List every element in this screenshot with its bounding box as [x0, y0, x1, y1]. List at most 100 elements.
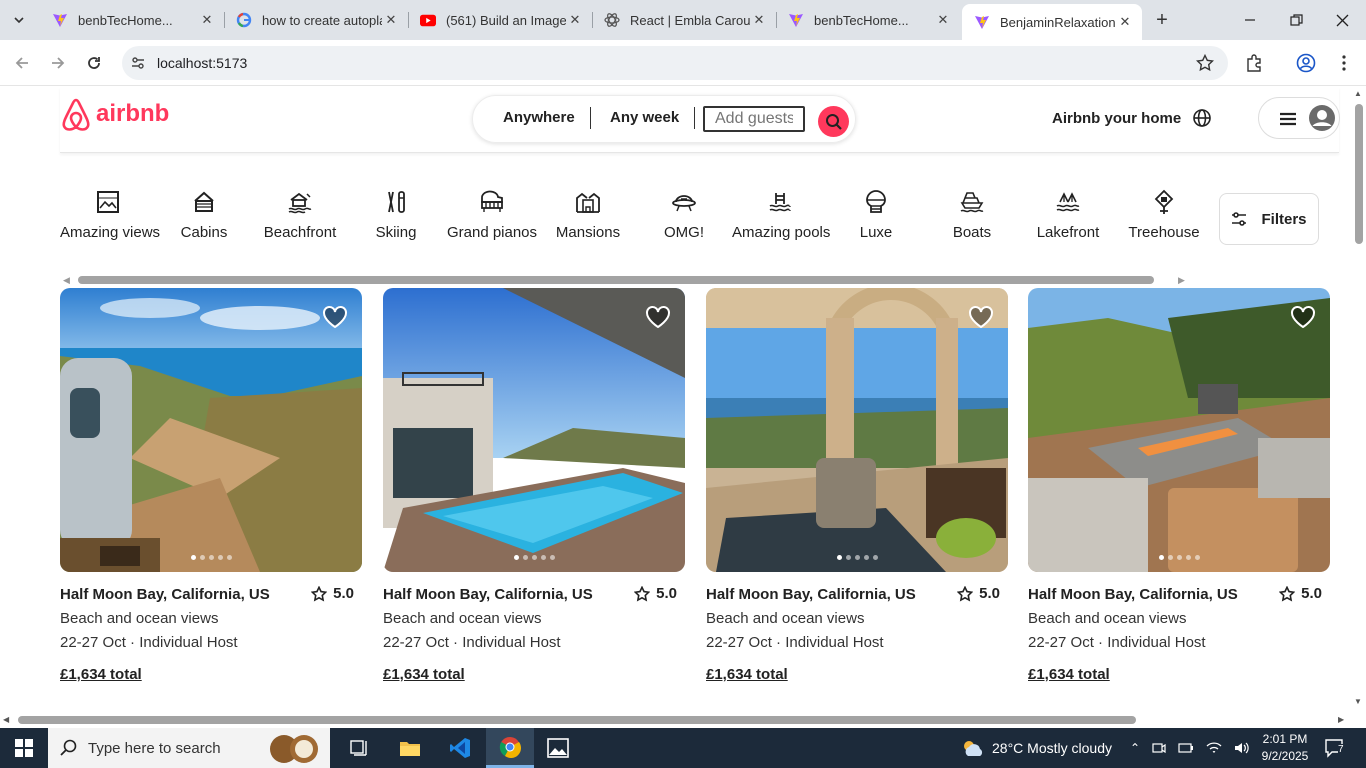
- category-amazing-pools[interactable]: Amazing pools: [732, 187, 830, 241]
- user-menu-button[interactable]: [1258, 97, 1340, 139]
- wifi-icon[interactable]: [1206, 742, 1222, 754]
- category-omg[interactable]: OMG!: [636, 187, 732, 241]
- close-icon[interactable]: ✕: [1116, 13, 1134, 31]
- browser-tab[interactable]: benbTecHome... ✕: [776, 4, 960, 36]
- close-icon[interactable]: ✕: [566, 11, 584, 29]
- volume-icon[interactable]: [1234, 741, 1250, 755]
- site-header: airbnb Anywhere Any week Airbnb your hom…: [60, 87, 1340, 153]
- listing-photo[interactable]: [1028, 288, 1330, 572]
- menu-kebab-icon[interactable]: [1332, 51, 1356, 75]
- category-mansions[interactable]: Mansions: [540, 187, 636, 241]
- extensions-icon[interactable]: [1242, 51, 1266, 75]
- category-amazing-views[interactable]: Amazing views: [60, 187, 160, 241]
- scroll-up-icon[interactable]: ▲: [1354, 89, 1362, 98]
- vscode-button[interactable]: [436, 728, 484, 768]
- taskbar-search[interactable]: Type here to search: [48, 728, 330, 768]
- scrollbar-thumb[interactable]: [78, 276, 1154, 284]
- weather-widget[interactable]: 28°C Mostly cloudy: [960, 728, 1112, 768]
- minimize-icon: [1245, 19, 1255, 21]
- category-boats[interactable]: Boats: [924, 187, 1020, 241]
- category-lakefront[interactable]: Lakefront: [1020, 187, 1116, 241]
- page-horizontal-scrollbar[interactable]: ◀ ▶: [0, 712, 1350, 727]
- filters-button[interactable]: Filters: [1219, 193, 1319, 245]
- task-view-button[interactable]: [336, 728, 384, 768]
- browser-tab[interactable]: React | Embla Carous ✕: [592, 4, 776, 36]
- browser-tab[interactable]: benbTecHome... ✕: [40, 4, 224, 36]
- listing-card[interactable]: Half Moon Bay, California, US 5.0 Beach …: [383, 288, 685, 683]
- scroll-right-icon[interactable]: ▶: [1178, 275, 1185, 286]
- browser-chrome: benbTecHome... ✕ how to create autopla ✕…: [0, 0, 1366, 86]
- clock[interactable]: 2:01 PM 9/2/2025: [1250, 731, 1320, 765]
- category-beachfront[interactable]: Beachfront: [252, 187, 348, 241]
- category-grand-pianos[interactable]: Grand pianos: [444, 187, 540, 241]
- close-icon[interactable]: ✕: [198, 11, 216, 29]
- heart-icon[interactable]: [645, 304, 671, 330]
- airbnb-logo[interactable]: airbnb: [60, 97, 169, 131]
- category-treehouse[interactable]: Treehouse: [1116, 187, 1212, 241]
- back-button[interactable]: [9, 50, 35, 76]
- cloud-sun-icon: [964, 741, 983, 756]
- scrollbar-thumb[interactable]: [1355, 104, 1363, 244]
- start-button[interactable]: [0, 728, 48, 768]
- browser-tab[interactable]: (561) Build an Image ✕: [408, 4, 592, 36]
- tab-search-button[interactable]: [6, 8, 32, 32]
- listing-photo[interactable]: [383, 288, 685, 572]
- heart-icon[interactable]: [1290, 304, 1316, 330]
- any-week-button[interactable]: Any week: [610, 109, 679, 126]
- listing-price[interactable]: £1,634 total: [60, 666, 142, 683]
- scroll-left-icon[interactable]: ◀: [63, 275, 70, 286]
- category-cabins[interactable]: Cabins: [156, 187, 252, 241]
- scroll-down-icon[interactable]: ▼: [1354, 697, 1362, 706]
- minimize-button[interactable]: [1228, 6, 1272, 34]
- globe-icon[interactable]: [1192, 108, 1212, 128]
- browser-tab[interactable]: how to create autopla ✕: [224, 4, 408, 36]
- guests-input[interactable]: [703, 106, 805, 132]
- bookmark-star-icon[interactable]: [1196, 54, 1214, 72]
- close-icon[interactable]: ✕: [934, 11, 952, 29]
- file-explorer-button[interactable]: [386, 728, 434, 768]
- close-window-button[interactable]: [1320, 6, 1364, 34]
- reload-button[interactable]: [81, 50, 107, 76]
- scroll-left-icon[interactable]: ◀: [3, 715, 9, 724]
- listing-description: Beach and ocean views: [706, 610, 865, 627]
- profile-icon[interactable]: [1294, 51, 1318, 75]
- notification-center-button[interactable]: 7: [1320, 736, 1350, 760]
- listing-card[interactable]: Half Moon Bay, California, US 5.0 Beach …: [706, 288, 1008, 683]
- category-skiing[interactable]: Skiing: [348, 187, 444, 241]
- listing-price[interactable]: £1,634 total: [383, 666, 465, 683]
- new-tab-button[interactable]: +: [1150, 8, 1174, 32]
- scroll-right-icon[interactable]: ▶: [1338, 715, 1344, 724]
- listing-price[interactable]: £1,634 total: [1028, 666, 1110, 683]
- listing-price[interactable]: £1,634 total: [706, 666, 788, 683]
- listing-card[interactable]: Half Moon Bay, California, US 5.0 Beach …: [1028, 288, 1330, 683]
- url-text[interactable]: localhost:5173: [157, 55, 247, 71]
- category-luxe[interactable]: Luxe: [828, 187, 924, 241]
- category-scrollbar[interactable]: ◀ ▶: [60, 273, 1190, 287]
- heart-icon[interactable]: [968, 304, 994, 330]
- photos-button[interactable]: [534, 728, 582, 768]
- forward-button[interactable]: [45, 50, 71, 76]
- restore-button[interactable]: [1274, 6, 1318, 34]
- meet-now-icon[interactable]: [1152, 741, 1166, 755]
- site-info-icon[interactable]: [130, 55, 146, 71]
- battery-icon[interactable]: [1178, 743, 1194, 753]
- listing-photo[interactable]: [706, 288, 1008, 572]
- weather-text: 28°C Mostly cloudy: [992, 740, 1112, 756]
- tab-title: benbTecHome...: [78, 12, 173, 28]
- avatar-icon: [1309, 105, 1335, 131]
- host-link[interactable]: Airbnb your home: [1052, 110, 1181, 127]
- close-icon[interactable]: ✕: [750, 11, 768, 29]
- close-icon[interactable]: ✕: [382, 11, 400, 29]
- chevron-up-icon[interactable]: ⌃: [1130, 741, 1140, 755]
- heart-icon[interactable]: [322, 304, 348, 330]
- address-bar[interactable]: localhost:5173: [122, 46, 1228, 80]
- browser-tab-active[interactable]: BenjaminRelaxationC ✕: [962, 4, 1142, 40]
- listing-card[interactable]: Half Moon Bay, California, US 5.0 Beach …: [60, 288, 362, 683]
- listing-photo[interactable]: [60, 288, 362, 572]
- anywhere-button[interactable]: Anywhere: [503, 109, 575, 126]
- search-button[interactable]: [818, 106, 849, 137]
- scrollbar-thumb[interactable]: [18, 716, 1136, 724]
- chrome-button[interactable]: [486, 728, 534, 768]
- page-vertical-scrollbar[interactable]: ▲ ▼: [1350, 87, 1366, 710]
- search-bar[interactable]: Anywhere Any week: [472, 95, 856, 143]
